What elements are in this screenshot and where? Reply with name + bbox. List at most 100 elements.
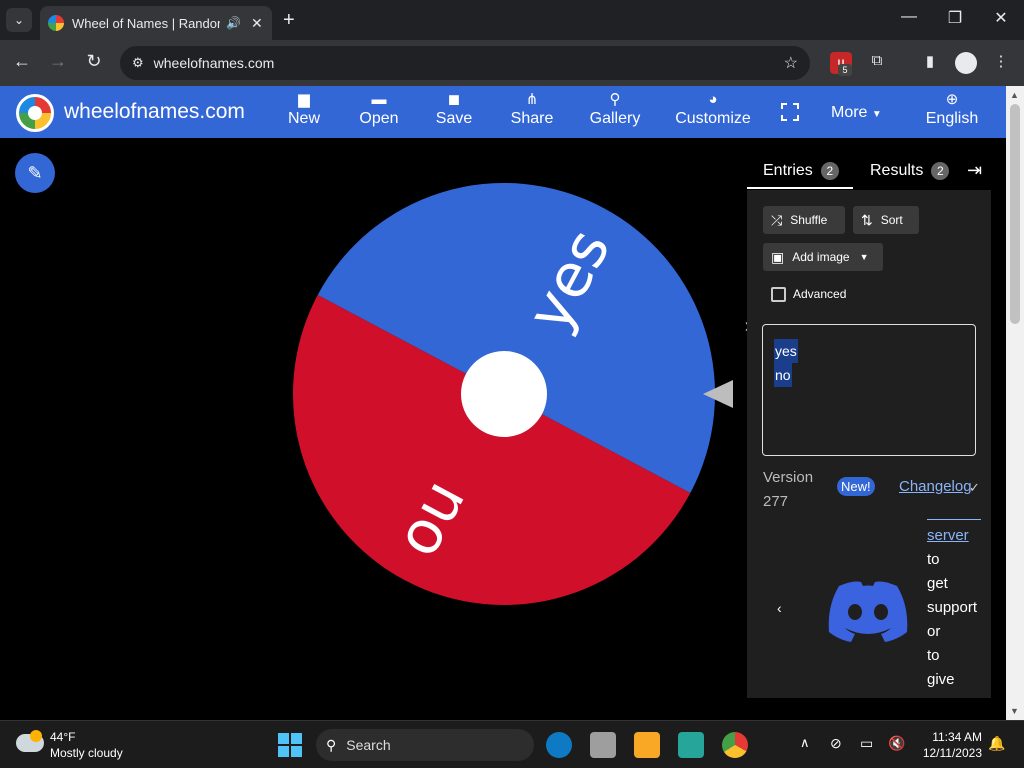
panel-tabs: Entries 2 Results 2 ⇥: [747, 152, 991, 190]
entries-count-badge: 2: [820, 162, 839, 180]
advanced-checkbox[interactable]: [771, 287, 786, 302]
scroll-up-icon[interactable]: ▲: [1010, 90, 1019, 100]
side-panel-icon[interactable]: ▮: [919, 52, 941, 74]
app-icon[interactable]: [678, 732, 704, 758]
entry-line: yes: [774, 339, 798, 363]
new-button[interactable]: ▆ New: [286, 90, 322, 128]
weather-description[interactable]: Mostly cloudy: [50, 746, 123, 760]
edge-icon[interactable]: [546, 732, 572, 758]
spin-wheel[interactable]: yes no: [292, 182, 716, 606]
extension-badge: 5: [838, 64, 852, 76]
chrome-icon[interactable]: [722, 732, 748, 758]
changelog-link[interactable]: Changelog: [899, 478, 972, 495]
floppy-icon: ◼: [447, 91, 461, 108]
results-count-badge: 2: [931, 162, 950, 180]
file-icon: ▆: [298, 91, 310, 108]
globe-icon: ⊕: [945, 91, 959, 108]
browser-tab-bar: ⌄ Wheel of Names | Random 🔊 ✕ + — ❐ ✕: [0, 0, 1024, 40]
share-button[interactable]: ⋔ Share: [508, 90, 556, 128]
share-icon: ⋔: [525, 91, 539, 108]
scroll-thumb[interactable]: [1010, 104, 1020, 324]
caret-down-icon: ▼: [859, 252, 869, 262]
notification-bell-icon[interactable]: 🔔: [988, 735, 1005, 752]
reload-icon[interactable]: ↻: [82, 51, 106, 72]
windows-start-icon[interactable]: [278, 733, 302, 757]
app-toolbar: wheelofnames.com ▆ New ▬ Open ◼ Save ⋔ Share…: [0, 86, 1006, 138]
weather-temperature[interactable]: 44°F: [50, 730, 75, 744]
wheel-logo-icon[interactable]: [16, 94, 54, 132]
windows-taskbar: 44°F Mostly cloudy ⚲ Search ∧ ⊘ ▭ 🔇 11:3…: [0, 720, 1024, 768]
taskbar-search[interactable]: ⚲ Search: [316, 729, 534, 761]
site-info-icon[interactable]: ⚙: [132, 55, 144, 71]
chevron-down-icon[interactable]: ✓: [969, 480, 980, 496]
site-name[interactable]: wheelofnames.com: [64, 100, 245, 124]
promo-word: get: [927, 575, 948, 592]
window-close-icon[interactable]: ✕: [986, 8, 1016, 28]
speaker-icon[interactable]: 🔊: [226, 16, 241, 30]
promo-word: to: [927, 551, 940, 568]
wheel-center-hub[interactable]: [461, 351, 547, 437]
shuffle-button[interactable]: ⤮ Shuffle: [763, 206, 845, 234]
browser-tab[interactable]: Wheel of Names | Random 🔊 ✕: [40, 6, 272, 40]
weather-sun-icon: [30, 730, 42, 742]
shuffle-icon: ⤮: [771, 211, 783, 228]
sort-button[interactable]: ⇅ Sort: [853, 206, 919, 234]
volume-icon[interactable]: 🔇: [888, 735, 905, 752]
language-button[interactable]: ⊕ English: [922, 90, 982, 128]
promo-word: support: [927, 599, 978, 616]
promo-divider: [927, 519, 981, 520]
palette-icon: ◕: [708, 91, 718, 108]
search-icon: ⚲: [326, 736, 337, 753]
carousel-prev-icon[interactable]: ‹: [777, 600, 782, 616]
tray-chevron-icon[interactable]: ∧: [800, 735, 810, 751]
clock-time[interactable]: 11:34 AM: [922, 730, 982, 744]
url-text[interactable]: wheelofnames.com: [154, 55, 784, 71]
customize-button[interactable]: ◕ Customize: [674, 90, 752, 128]
discord-logo-icon[interactable]: [825, 578, 911, 644]
tab-search-button[interactable]: ⌄: [6, 8, 32, 32]
version-info: Version 277: [763, 469, 814, 510]
task-view-icon[interactable]: [590, 732, 616, 758]
gallery-button[interactable]: ⚲ Gallery: [588, 90, 642, 128]
restore-icon[interactable]: ❐: [940, 8, 970, 28]
collapse-panel-icon[interactable]: ⇥: [967, 160, 982, 181]
entry-line: no: [774, 363, 792, 387]
extensions-puzzle-icon[interactable]: ⧉: [866, 52, 888, 74]
caret-down-icon: ▼: [871, 109, 882, 120]
chevron-down-icon: ⌄: [13, 13, 25, 27]
more-button[interactable]: More ▼: [831, 104, 882, 122]
sort-icon: ⇅: [861, 211, 873, 228]
close-tab-icon[interactable]: ✕: [251, 15, 263, 32]
display-icon[interactable]: ▭: [860, 735, 873, 752]
tab-results[interactable]: Results 2: [870, 162, 950, 180]
new-tab-button[interactable]: +: [283, 8, 295, 32]
scroll-down-icon[interactable]: ▼: [1010, 706, 1019, 716]
entries-textarea[interactable]: yes no: [762, 324, 976, 456]
network-icon[interactable]: ⊘: [830, 735, 842, 752]
forward-icon[interactable]: →: [46, 51, 70, 72]
tab-title: Wheel of Names | Random: [72, 15, 220, 31]
discord-server-link[interactable]: server: [927, 524, 987, 548]
folder-icon: ▬: [371, 91, 387, 108]
edit-button[interactable]: ✎: [15, 153, 55, 193]
page-scrollbar[interactable]: ▲ ▼: [1006, 86, 1024, 720]
clock-date[interactable]: 12/11/2023: [916, 746, 982, 760]
tab-entries[interactable]: Entries 2: [763, 162, 839, 180]
bookmark-star-icon[interactable]: ☆: [784, 53, 798, 73]
pencil-icon: ✎: [27, 162, 43, 183]
profile-avatar[interactable]: [955, 52, 977, 74]
search-icon: ⚲: [609, 91, 621, 108]
minimize-icon[interactable]: —: [894, 8, 924, 26]
advanced-label: Advanced: [793, 287, 847, 301]
new-badge: New!: [837, 477, 875, 496]
back-icon[interactable]: ←: [10, 51, 34, 72]
menu-kebab-icon[interactable]: ⋮: [990, 52, 1012, 74]
add-image-button[interactable]: ▣ Add image ▼: [763, 243, 883, 271]
fullscreen-icon[interactable]: [781, 103, 799, 121]
promo-word: or: [927, 623, 941, 640]
save-button[interactable]: ◼ Save: [434, 90, 474, 128]
wheel-pointer: [703, 380, 733, 408]
omnibox[interactable]: ⚙ wheelofnames.com ☆: [120, 46, 810, 80]
file-explorer-icon[interactable]: [634, 732, 660, 758]
open-button[interactable]: ▬ Open: [358, 90, 400, 128]
